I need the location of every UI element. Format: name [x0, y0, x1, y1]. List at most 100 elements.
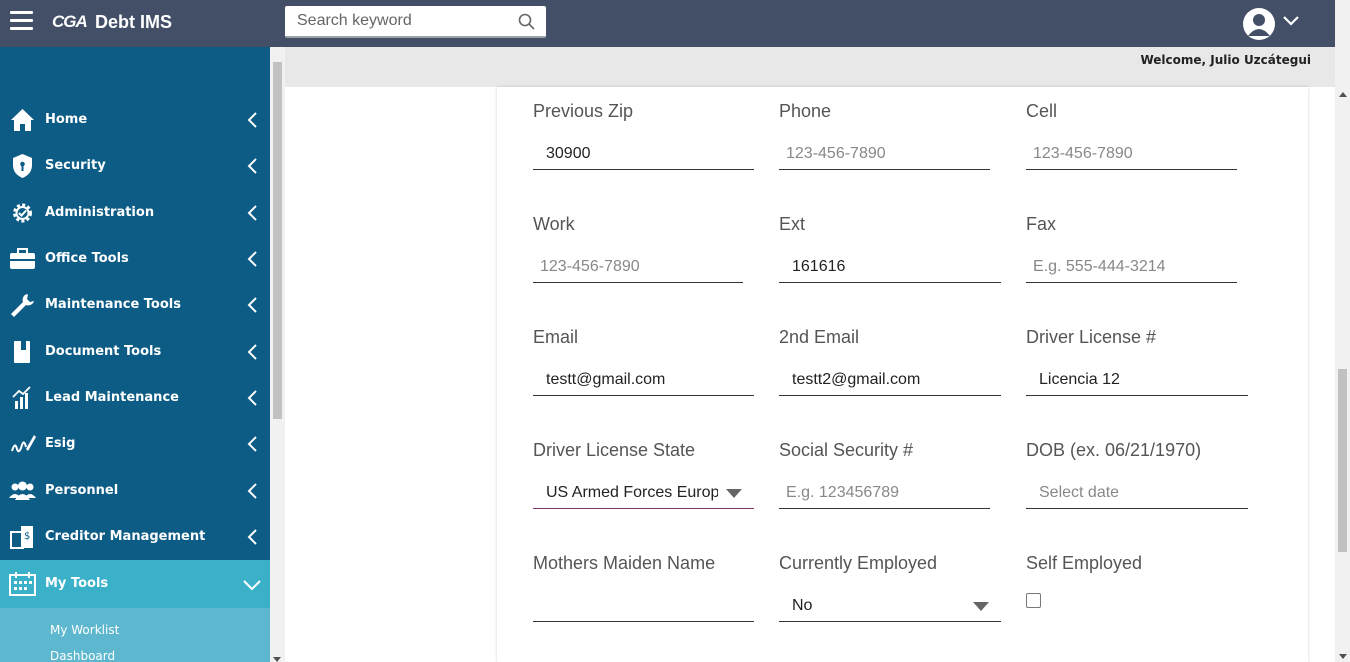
chevron-left-icon — [247, 344, 257, 360]
mothers-maiden-input[interactable] — [533, 592, 754, 620]
sidebar-item-label: Esig — [45, 436, 76, 451]
logo: CGA — [52, 12, 88, 31]
chevron-left-icon — [247, 529, 257, 545]
previous-zip-field — [533, 140, 754, 170]
user-avatar-icon — [1243, 8, 1275, 40]
chevron-down-icon — [243, 580, 261, 591]
sidebar: Home Security Administration Office Tool… — [0, 47, 270, 662]
sidebar-scrollbar[interactable] — [270, 47, 285, 662]
building-icon: $ — [10, 526, 33, 549]
top-bar: CGA Debt IMS — [0, 0, 1335, 47]
calendar-icon — [9, 572, 36, 596]
chevron-left-icon — [247, 251, 257, 267]
briefcase-icon — [10, 248, 35, 269]
phone-label: Phone — [779, 101, 832, 121]
currently-employed-select[interactable]: No — [779, 592, 1001, 622]
sidebar-item-creditor-management[interactable]: $ Creditor Management — [0, 515, 270, 559]
previous-zip-label: Previous Zip — [533, 101, 634, 121]
currently-employed-value: No — [792, 597, 813, 614]
sidebar-item-my-tools[interactable]: My Tools — [0, 560, 270, 608]
sidebar-subitem-my-worklist[interactable]: My Worklist — [50, 623, 119, 637]
phone-field — [779, 140, 990, 170]
email-label: Email — [533, 327, 579, 347]
dob-field — [1026, 479, 1248, 509]
search-box — [285, 6, 546, 38]
gear-icon — [13, 203, 32, 223]
ext-label: Ext — [779, 214, 806, 234]
app-title: Debt IMS — [95, 12, 173, 32]
chevron-left-icon — [247, 112, 257, 128]
sidebar-item-maintenance-tools[interactable]: Maintenance Tools — [0, 283, 270, 327]
mothers-maiden-label: Mothers Maiden Name — [533, 553, 716, 573]
main-scrollbar[interactable] — [1335, 0, 1350, 662]
email2-label: 2nd Email — [779, 327, 860, 347]
chevron-left-icon — [247, 390, 257, 406]
main-scrollbar-thumb[interactable] — [1338, 369, 1347, 552]
dob-input[interactable] — [1026, 479, 1248, 507]
people-icon — [9, 481, 36, 500]
sidebar-item-personnel[interactable]: Personnel — [0, 469, 270, 513]
chevron-left-icon — [247, 158, 257, 174]
sidebar-item-label: Administration — [45, 205, 155, 220]
work-field — [533, 253, 743, 283]
sidebar-item-document-tools[interactable]: Document Tools — [0, 330, 270, 374]
scroll-down-arrow-icon[interactable] — [273, 657, 281, 662]
driver-license-state-select[interactable]: US Armed Forces Europe — [533, 479, 754, 509]
mothers-maiden-field — [533, 592, 754, 622]
hamburger-menu-icon[interactable] — [10, 11, 33, 33]
welcome-text: Welcome, Julio Uzcátegui — [1140, 53, 1311, 67]
previous-zip-input[interactable] — [533, 140, 754, 168]
sidebar-item-esig[interactable]: Esig — [0, 422, 270, 466]
dropdown-caret-icon — [973, 602, 989, 611]
sidebar-item-label: Document Tools — [45, 344, 162, 359]
work-label: Work — [533, 214, 575, 234]
user-menu[interactable] — [1243, 8, 1305, 40]
search-icon[interactable] — [518, 13, 535, 30]
phone-input[interactable] — [779, 140, 990, 168]
sidebar-subitem-dashboard[interactable]: Dashboard — [50, 649, 115, 662]
ssn-input[interactable] — [779, 479, 990, 507]
self-employed-checkbox[interactable] — [1026, 593, 1041, 608]
svg-text:$: $ — [24, 531, 30, 542]
email2-field — [779, 366, 1001, 396]
chevron-left-icon — [247, 205, 257, 221]
main-content: Previous Zip Phone Cell Work Ext Fax Ema… — [285, 87, 1335, 662]
sidebar-item-label: Lead Maintenance — [45, 390, 179, 405]
chevron-left-icon — [247, 297, 257, 313]
fax-field — [1026, 253, 1237, 283]
email-input[interactable] — [533, 366, 754, 394]
work-input[interactable] — [533, 253, 743, 281]
ext-field — [779, 253, 1001, 283]
search-input[interactable] — [297, 6, 512, 36]
sidebar-item-label: Office Tools — [45, 251, 129, 266]
self-employed-label: Self Employed — [1026, 553, 1143, 573]
chevron-left-icon — [247, 483, 257, 499]
dob-label: DOB (ex. 06/21/1970) — [1026, 440, 1202, 460]
scroll-down-arrow-icon[interactable] — [1339, 654, 1347, 659]
sidebar-item-security[interactable]: Security — [0, 144, 270, 188]
sidebar-item-label: Personnel — [45, 483, 119, 498]
dropdown-caret-icon — [726, 489, 742, 498]
driver-license-input[interactable] — [1026, 366, 1248, 394]
fax-input[interactable] — [1026, 253, 1237, 281]
my-tools-submenu: My Worklist Dashboard — [0, 608, 270, 662]
cell-label: Cell — [1026, 101, 1058, 121]
sidebar-item-administration[interactable]: Administration — [0, 191, 270, 235]
sidebar-scrollbar-thumb[interactable] — [273, 62, 282, 419]
sidebar-item-office-tools[interactable]: Office Tools — [0, 237, 270, 281]
welcome-bar: Welcome, Julio Uzcátegui — [285, 47, 1335, 87]
chart-icon — [12, 386, 31, 409]
sidebar-item-label: My Tools — [45, 576, 109, 591]
wrench-icon — [11, 294, 34, 317]
ext-input[interactable] — [779, 253, 1001, 281]
scroll-up-arrow-icon[interactable] — [1339, 92, 1347, 97]
cell-input[interactable] — [1026, 140, 1237, 168]
cell-field — [1026, 140, 1237, 170]
ssn-field — [779, 479, 990, 509]
email2-input[interactable] — [779, 366, 1001, 394]
sidebar-item-lead-maintenance[interactable]: Lead Maintenance — [0, 376, 270, 420]
sidebar-item-home[interactable]: Home — [0, 98, 270, 142]
sidebar-item-label: Maintenance Tools — [45, 297, 181, 312]
driver-license-state-label: Driver License State — [533, 440, 696, 460]
currently-employed-label: Currently Employed — [779, 553, 938, 573]
